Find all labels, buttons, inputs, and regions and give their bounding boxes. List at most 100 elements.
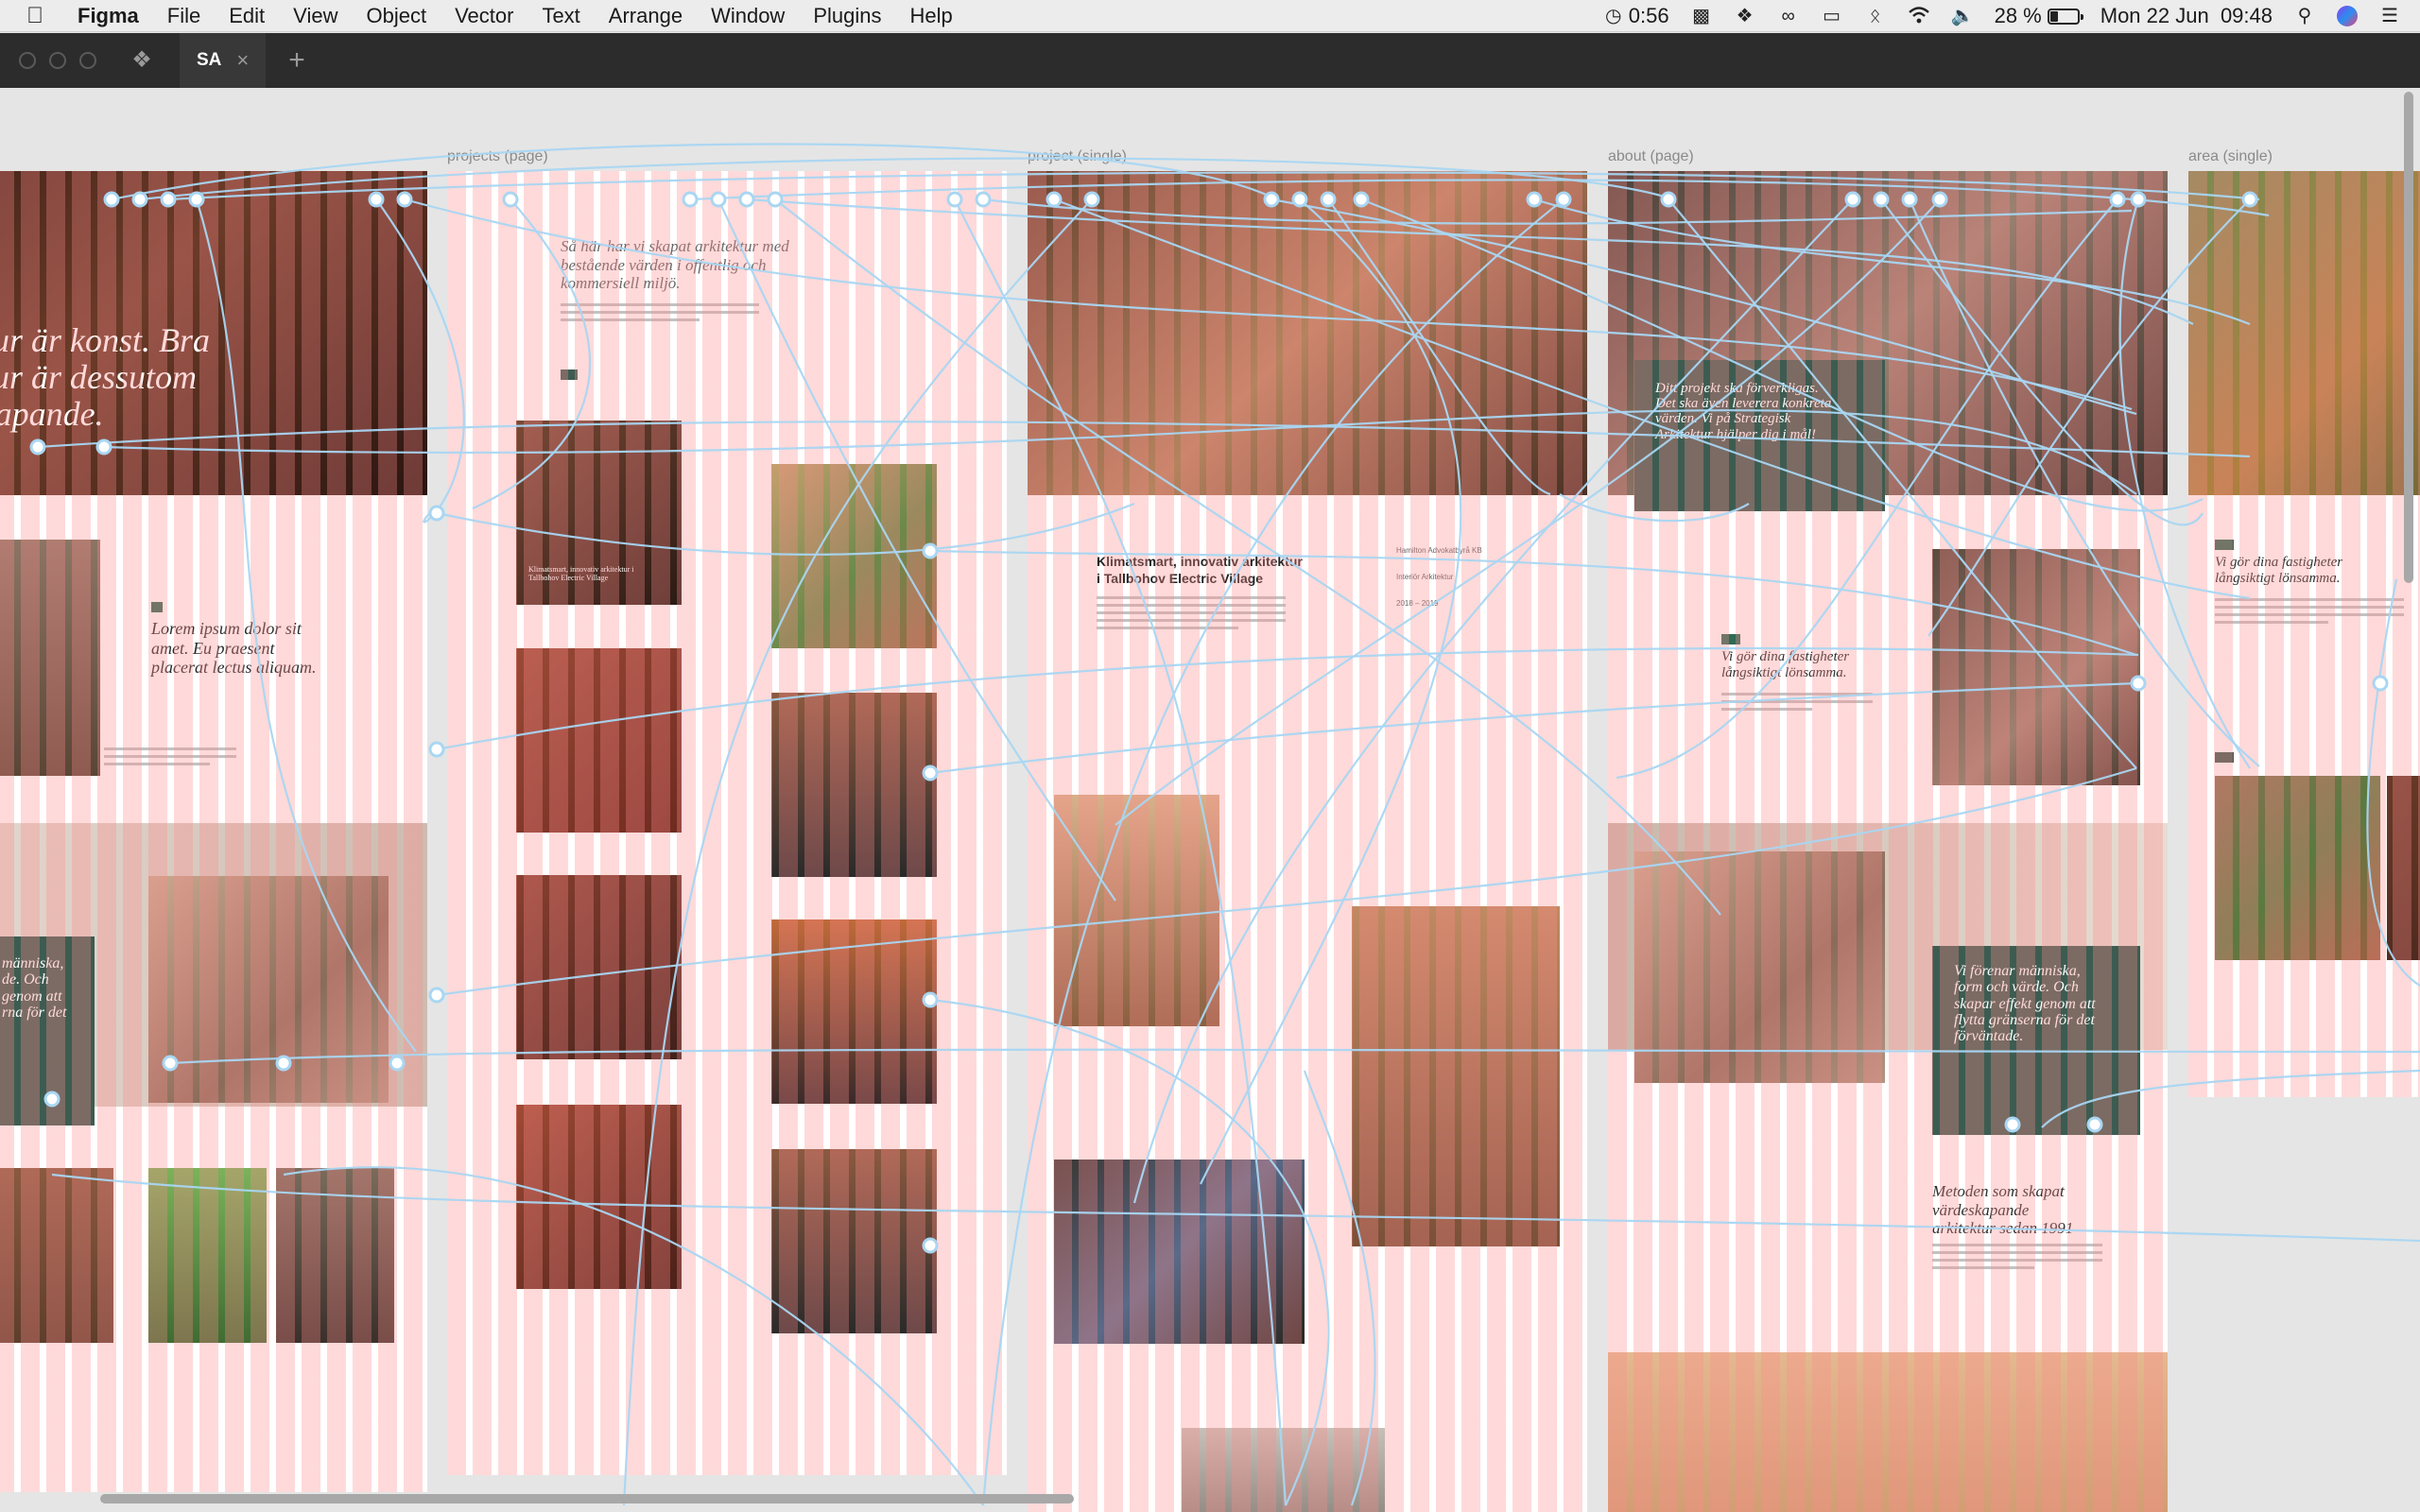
menu-vector[interactable]: Vector	[455, 4, 513, 28]
home-block-heading: Lorem ipsum dolor sit amet. Eu praesent …	[151, 619, 317, 678]
figma-titlebar: ❖ SA × +	[0, 33, 2420, 88]
menu-text[interactable]: Text	[542, 4, 579, 28]
project-card-6[interactable]	[771, 919, 937, 1104]
home-thumb-1	[0, 1168, 113, 1343]
project-title: Klimatsmart, innovativ arkitektur i Tall…	[1097, 554, 1303, 587]
area-heading: Vi gör dina fastigheter långsiktigt löns…	[2215, 555, 2343, 587]
home-hero-text: rkitektur är konst. Bra rkitektur är des…	[0, 321, 210, 433]
menu-arrange[interactable]: Arrange	[609, 4, 683, 28]
project-image-4	[1182, 1428, 1385, 1512]
control-center-icon[interactable]: ☰	[2378, 6, 2401, 26]
project-image-2	[1352, 906, 1560, 1246]
timer-text: 0:56	[1628, 4, 1669, 27]
project-card-5[interactable]	[516, 875, 682, 1059]
about-image-1	[1932, 549, 2140, 785]
close-tab-icon[interactable]: ×	[236, 48, 249, 73]
menu-app-figma[interactable]: Figma	[78, 4, 139, 28]
window-zoom-button[interactable]	[79, 52, 96, 69]
home-green-text: människa, de. Och genom att rna för det	[2, 955, 67, 1021]
home-stairs-image	[148, 876, 389, 1103]
spotlight-icon[interactable]: ⚲	[2293, 6, 2316, 26]
menu-bar:  Figma File Edit View Object Vector Tex…	[0, 0, 2420, 32]
project-card-4[interactable]	[771, 693, 937, 877]
about-footer-image	[1608, 1352, 2168, 1512]
apple-icon[interactable]: 	[26, 3, 55, 29]
project-years: 2018 – 2019	[1396, 599, 1439, 608]
dropbox-icon[interactable]: ❖	[1734, 6, 1756, 26]
battery-fill	[2049, 10, 2059, 22]
clock[interactable]: Mon 22 Jun 09:48	[2100, 4, 2273, 28]
canvas[interactable]: projects (page) project (single) about (…	[0, 88, 2420, 1512]
filter-active[interactable]	[561, 369, 578, 380]
wifi-icon[interactable]	[1908, 6, 1930, 26]
area-hero-image	[2188, 171, 2420, 495]
project-card-3[interactable]	[516, 648, 682, 833]
battery-percent: 28 %	[1994, 4, 2042, 27]
connection-node[interactable]	[428, 741, 445, 758]
menu-window[interactable]: Window	[711, 4, 785, 28]
projects-intro: Så här har vi skapat arkitektur med best…	[561, 237, 789, 293]
frame-label-projects[interactable]: projects (page)	[447, 148, 548, 165]
menu-object[interactable]: Object	[366, 4, 426, 28]
project-service: Interiör Arkitektur	[1396, 573, 1454, 581]
frame-projects[interactable]: Så här har vi skapat arkitektur med best…	[447, 171, 1007, 1475]
home-thumb-2	[148, 1168, 267, 1343]
projects-paragraph	[561, 303, 759, 326]
file-tab-label: SA	[197, 50, 222, 70]
bluetooth-icon[interactable]: ᛟ	[1864, 6, 1887, 26]
about-method-heading: Metoden som skapat värdeskapande arkitek…	[1932, 1182, 2074, 1238]
timer-icon: ◷	[1605, 6, 1622, 26]
about-green-text: Ditt projekt ska förverkligas. Det ska ä…	[1655, 381, 1832, 442]
window-close-button[interactable]	[19, 52, 36, 69]
project-card-8[interactable]	[771, 1149, 937, 1333]
siri-icon[interactable]	[2337, 6, 2358, 26]
window-minimize-button[interactable]	[49, 52, 66, 69]
menu-edit[interactable]: Edit	[229, 4, 265, 28]
frame-about[interactable]: Ditt projekt ska förverkligas. Det ska ä…	[1608, 171, 2168, 1512]
airplay-icon[interactable]: ▭	[1821, 6, 1843, 26]
about-heading: Vi gör dina fastigheter långsiktigt löns…	[1721, 649, 1850, 681]
frame-label-area[interactable]: area (single)	[2188, 148, 2273, 165]
file-tab[interactable]: SA ×	[180, 33, 267, 88]
about-paragraph	[1721, 693, 1873, 715]
volume-icon[interactable]: 🔈	[1951, 6, 1975, 26]
home-image-1	[0, 540, 100, 776]
figma-logo-icon[interactable]: ❖	[130, 46, 153, 75]
menu-view[interactable]: View	[293, 4, 337, 28]
area-tag	[2215, 540, 2234, 550]
about-method-paragraph	[1932, 1244, 2102, 1274]
project-image-1	[1054, 795, 1219, 1026]
connection-node[interactable]	[428, 505, 445, 522]
menu-file[interactable]: File	[167, 4, 200, 28]
frame-label-about[interactable]: about (page)	[1608, 148, 1694, 165]
status-area: ◷ 0:56 ▩ ❖ ∞ ▭ ᛟ 🔈 28 % Mon 22 Jun 09:48…	[1602, 0, 2401, 32]
creative-cloud-icon[interactable]: ∞	[1777, 6, 1800, 26]
area-filter[interactable]	[2215, 752, 2234, 763]
project-client: Hamilton Advokatbyrå KB	[1396, 546, 1482, 555]
menu-plugins[interactable]: Plugins	[813, 4, 881, 28]
project-hero-image	[1028, 171, 1587, 495]
project-paragraph	[1097, 596, 1286, 634]
frame-area[interactable]: Vi gör dina fastigheter långsiktigt löns…	[2188, 171, 2420, 1097]
area-image-2	[2387, 776, 2420, 960]
area-image-1	[2215, 776, 2380, 960]
timer-status[interactable]: ◷ 0:56	[1602, 4, 1669, 28]
connection-node[interactable]	[428, 987, 445, 1004]
vpn-icon[interactable]: ▩	[1690, 6, 1713, 26]
project-card-1-title: Klimatsmart, innovativ arkitektur i Tall…	[528, 565, 634, 582]
horizontal-scrollbar[interactable]	[100, 1494, 1074, 1503]
frame-project-single[interactable]: Klimatsmart, innovativ arkitektur i Tall…	[1028, 171, 1587, 1512]
home-tag	[151, 602, 163, 612]
frame-label-project-single[interactable]: project (single)	[1028, 148, 1127, 165]
about-tag	[1721, 634, 1740, 644]
frame-home[interactable]: rkitektur är konst. Bra rkitektur är des…	[0, 171, 427, 1492]
battery-status[interactable]: 28 %	[1994, 4, 2083, 28]
new-tab-button[interactable]: +	[288, 44, 305, 77]
project-card-7[interactable]	[516, 1105, 682, 1289]
project-image-3	[1054, 1160, 1305, 1344]
area-paragraph	[2215, 598, 2404, 628]
project-card-2[interactable]	[771, 464, 937, 648]
menu-help[interactable]: Help	[909, 4, 952, 28]
about-stairs-image	[1634, 851, 1885, 1083]
vertical-scrollbar[interactable]	[2404, 92, 2413, 583]
